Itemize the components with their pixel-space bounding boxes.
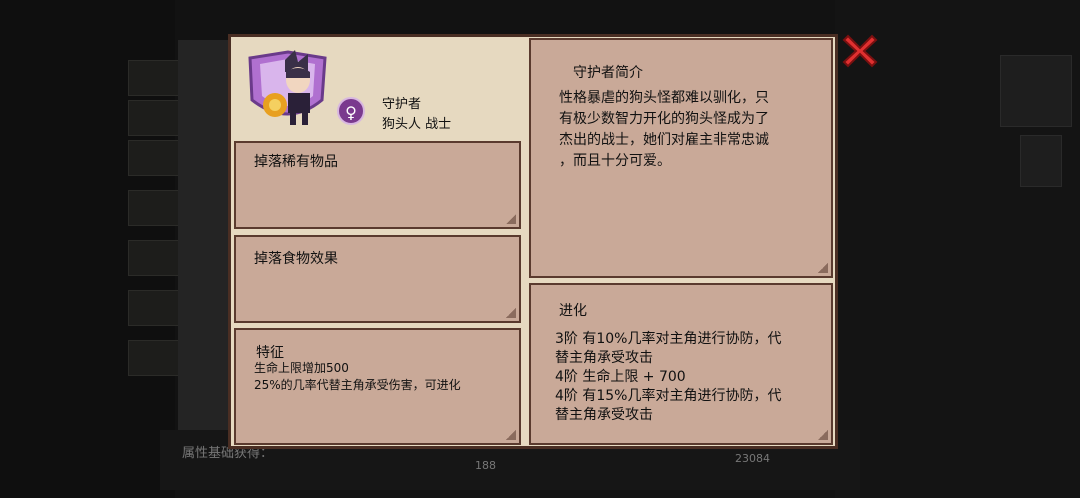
intro-title: 守护者简介 [573,65,643,81]
background-item-slot [1000,55,1072,127]
evolution-panel: 进化 3阶 有10%几率对主角进行协防，代 替主角承受攻击 4阶 生命上限 + … [529,283,833,445]
intro-line: 杰出的战士，她们对雇主非常忠诚 [559,132,769,148]
close-button[interactable] [842,33,878,69]
evolution-line: 4阶 生命上限 + 700 [555,369,686,385]
guardian-type: 狗头人 战士 [382,117,452,132]
traits-title: 特征 [256,345,284,361]
evolution-line: 替主角承受攻击 [555,407,653,423]
traits-text: 生命上限增加500 25%的几率代替主角承受伤害，可进化 [254,360,461,394]
rare-drops-title: 掉落稀有物品 [254,154,338,170]
guardian-portrait [248,50,327,125]
intro-line: ，而且十分可爱。 [559,153,671,169]
background-tab [128,60,180,96]
evolution-line: 4阶 有15%几率对主角进行协防，代 [555,388,782,404]
food-effect-title: 掉落食物效果 [254,251,338,267]
rare-drops-panel: 掉落稀有物品 [234,141,521,229]
background-right-number: 23084 [735,452,770,465]
close-icon [842,34,878,68]
evolution-line: 3阶 有10%几率对主角进行协防，代 [555,331,782,347]
evolution-text: 3阶 有10%几率对主角进行协防，代 替主角承受攻击 4阶 生命上限 + 700… [555,330,781,425]
food-effect-panel: 掉落食物效果 [234,235,521,323]
background-tab [128,340,180,376]
female-gender-icon: ♀ [337,97,365,125]
guardian-label: 守护者 [382,97,422,112]
background-bottom-number: 188 [475,459,496,472]
guardian-intro-panel: 守护者简介 性格暴虐的狗头怪都难以驯化，只 有极少数智力开化的狗头怪成为了 杰出… [529,38,833,278]
evolution-line: 替主角承受攻击 [555,350,653,366]
intro-line: 性格暴虐的狗头怪都难以驯化，只 [559,90,769,106]
background-tab [128,240,180,276]
intro-text: 性格暴虐的狗头怪都难以驯化，只 有极少数智力开化的狗头怪成为了 杰出的战士，她们… [559,88,769,172]
traits-line: 25%的几率代替主角承受伤害，可进化 [254,378,461,392]
traits-panel: 特征 生命上限增加500 25%的几率代替主角承受伤害，可进化 [234,328,521,445]
traits-line: 生命上限增加500 [254,361,349,375]
background-tab [128,290,180,326]
background-strip [178,40,228,440]
background-tab [128,190,180,226]
background-item-slot [1020,135,1062,187]
evolution-title: 进化 [559,303,587,319]
intro-line: 有极少数智力开化的狗头怪成为了 [559,111,769,127]
background-tab [128,100,180,136]
background-tab [128,140,180,176]
